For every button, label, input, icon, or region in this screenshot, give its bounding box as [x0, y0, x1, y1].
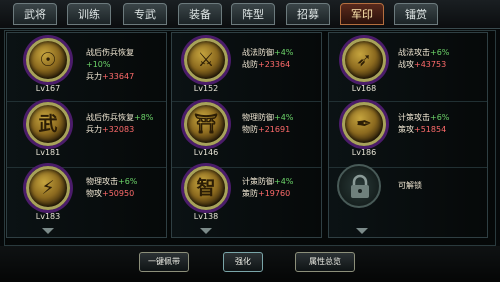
- seal-slot[interactable]: ➶ Lv168: [336, 38, 396, 96]
- seal-attr-value: +19760: [258, 189, 291, 198]
- seal-stats: 计策防御+4% 策防+19760: [242, 176, 314, 200]
- seal-attr-name: 策攻: [398, 125, 414, 134]
- seal-slot[interactable]: ⛩ Lv146: [178, 102, 238, 160]
- seal-attr-value: +23364: [258, 60, 291, 69]
- seal-attr-value: +6%: [430, 48, 450, 57]
- seal-attr-value: +10%: [86, 60, 111, 69]
- seal-medal-icon[interactable]: 武: [26, 102, 70, 146]
- seal-attr-name: 物防: [242, 125, 258, 134]
- seal-medal-icon[interactable]: ⚡: [26, 166, 70, 210]
- seal-slot[interactable]: ✒ Lv186: [336, 102, 396, 160]
- seal-attr-name: 计策防御: [242, 177, 274, 186]
- seal-attr-name: 物攻: [86, 189, 102, 198]
- seal-attr-name: 兵力: [86, 125, 102, 134]
- seal-attr-value: +21691: [258, 125, 291, 134]
- tab-zhenxing[interactable]: 阵型: [231, 3, 275, 25]
- seal-stats: 物理攻击+6% 物攻+50950: [86, 176, 158, 200]
- seal-attr-name: 战法防御: [242, 48, 274, 57]
- seal-level: Lv167: [35, 84, 61, 93]
- seal-medal-icon[interactable]: ⚔: [184, 38, 228, 82]
- seal-stats: 计策攻击+6% 策攻+51854: [398, 112, 470, 136]
- seal-medal-icon[interactable]: ⛩: [184, 102, 228, 146]
- seal-slot[interactable]: ⚡ Lv183: [20, 166, 80, 224]
- enhance-button[interactable]: 强化: [223, 252, 263, 272]
- chevron-down-icon[interactable]: [356, 228, 368, 234]
- seal-medal-icon[interactable]: 智: [184, 166, 228, 210]
- seal-attr-name: 物理攻击: [86, 177, 118, 186]
- chevron-down-icon[interactable]: [42, 228, 54, 234]
- seal-attr-name: 兵力: [86, 72, 102, 81]
- seal-attr-name: 战防: [242, 60, 258, 69]
- seal-attr-name: 策防: [242, 189, 258, 198]
- seal-medal-icon[interactable]: ✒: [342, 102, 386, 146]
- seal-glyph-icon: ☉: [39, 49, 57, 71]
- padlock-icon: [351, 174, 369, 198]
- attribute-summary-button[interactable]: 属性总览: [295, 252, 355, 272]
- locked-hint: 可解锁: [398, 181, 422, 190]
- seal-stats: 战后伤兵恢复+8% 兵力+32083: [86, 112, 158, 136]
- seal-slot[interactable]: 智 Lv138: [178, 166, 238, 224]
- seal-slot[interactable]: ⚔ Lv152: [178, 38, 238, 96]
- seal-level: Lv168: [351, 84, 377, 93]
- tab-zhaomu[interactable]: 招募: [286, 3, 330, 25]
- seal-attr-name: 战后伤兵恢复: [86, 113, 134, 122]
- seal-attr-value: +50950: [102, 189, 135, 198]
- tab-xunlian[interactable]: 训练: [67, 3, 111, 25]
- seal-attr-value: +6%: [430, 113, 450, 122]
- seal-slot[interactable]: ☉ Lv167: [20, 38, 80, 96]
- seal-stats: 战法防御+4% 战防+23364: [242, 47, 314, 71]
- seal-medal-icon[interactable]: ➶: [342, 38, 386, 82]
- seal-attr-name: 物理防御: [242, 113, 274, 122]
- scroll-glyph-icon: ✒: [356, 113, 372, 135]
- strategy-glyph-icon: 智: [196, 177, 216, 199]
- one-click-equip-button[interactable]: 一键佩带: [139, 252, 189, 272]
- seal-attr-value: +4%: [274, 48, 294, 57]
- seal-attr-value: +32083: [102, 125, 135, 134]
- seal-attr-value: +8%: [134, 113, 154, 122]
- game-panel: 武将 训练 专武 装备 阵型 招募 军印 镭赏 ☉ Lv167 战后伤兵恢复 +1…: [0, 0, 500, 282]
- tab-zhuanwu[interactable]: 专武: [123, 3, 167, 25]
- seal-attr-name: 计策攻击: [398, 113, 430, 122]
- seal-attr-name: 战法攻击: [398, 48, 430, 57]
- locked-seal-slot[interactable]: [337, 164, 381, 208]
- seal-attr-value: +33647: [102, 72, 135, 81]
- seal-level: Lv186: [351, 148, 377, 157]
- seal-attr-name: 战攻: [398, 60, 414, 69]
- gate-glyph-icon: ⛩: [193, 113, 219, 135]
- seal-attr-value: +43753: [414, 60, 447, 69]
- seal-level: Lv146: [193, 148, 219, 157]
- seal-attr-value: +6%: [118, 177, 138, 186]
- seal-level: Lv138: [193, 212, 219, 221]
- seal-level: Lv183: [35, 212, 61, 221]
- tab-junyin[interactable]: 军印: [340, 3, 384, 25]
- chevron-down-icon[interactable]: [200, 228, 212, 234]
- seal-slot[interactable]: 武 Lv181: [20, 102, 80, 160]
- tab-zhuangbei[interactable]: 装备: [178, 3, 222, 25]
- martial-glyph-icon: 武: [38, 113, 58, 135]
- tab-jianshang[interactable]: 镭赏: [394, 3, 438, 25]
- seal-level: Lv152: [193, 84, 219, 93]
- seal-stats: 战法攻击+6% 战攻+43753: [398, 47, 470, 71]
- seal-attr-value: +4%: [274, 177, 294, 186]
- sword-glyph-icon: ⚔: [197, 49, 215, 71]
- seal-level: Lv181: [35, 148, 61, 157]
- seal-attr-value: +4%: [274, 113, 294, 122]
- tab-bar: 武将 训练 专武 装备 阵型 招募 军印 镭赏: [0, 0, 500, 29]
- tab-wujiang[interactable]: 武将: [13, 3, 57, 25]
- seal-stats: 战后伤兵恢复 +10% 兵力+33647: [86, 47, 158, 83]
- seal-medal-icon[interactable]: ☉: [26, 38, 70, 82]
- seal-attr-name: 战后伤兵恢复: [86, 48, 134, 57]
- seal-attr-value: +51854: [414, 125, 447, 134]
- seal-stats: 物理防御+4% 物防+21691: [242, 112, 314, 136]
- arrows-glyph-icon: ➶: [356, 49, 372, 71]
- lightning-glyph-icon: ⚡: [41, 177, 55, 199]
